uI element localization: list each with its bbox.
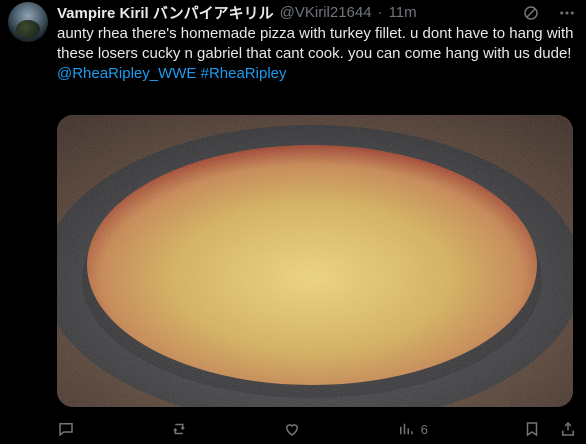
tweet-text: aunty rhea there's homemade pizza with t… bbox=[57, 24, 577, 84]
avatar[interactable] bbox=[8, 2, 48, 42]
tweet-hashtags: @RheaRipley_WWE #RheaRipley bbox=[57, 64, 577, 84]
bookmark-button[interactable] bbox=[523, 420, 541, 438]
separator: · bbox=[377, 3, 383, 21]
reply-icon bbox=[59, 423, 73, 437]
heart-icon bbox=[286, 424, 299, 436]
tweet-body: aunty rhea there's homemade pizza with t… bbox=[57, 25, 574, 62]
bookmark-share-group bbox=[523, 420, 577, 438]
timestamp[interactable]: 11m bbox=[389, 4, 417, 21]
retweet-icon bbox=[173, 423, 185, 435]
mention-link[interactable]: @RheaRipley_WWE bbox=[57, 65, 196, 82]
tweet-image[interactable] bbox=[57, 115, 573, 407]
top-right-actions bbox=[520, 2, 578, 24]
author-handle[interactable]: @VKiril21644 bbox=[280, 4, 372, 21]
bookmark-icon bbox=[526, 422, 538, 437]
grok-icon[interactable] bbox=[520, 2, 542, 24]
views-button[interactable]: 6 bbox=[397, 420, 428, 438]
more-options-icon[interactable] bbox=[556, 2, 578, 24]
share-icon bbox=[561, 421, 574, 436]
views-count: 6 bbox=[420, 421, 428, 437]
hashtag-link[interactable]: #RheaRipley bbox=[201, 65, 287, 82]
retweet-button[interactable] bbox=[170, 420, 188, 438]
pizza-photo bbox=[57, 115, 573, 407]
tweet-header: Vampire Kiril バンパイアキリル @VKiril21644 · 11… bbox=[57, 2, 417, 22]
like-button[interactable] bbox=[283, 420, 301, 438]
tweet-actions: 6 bbox=[57, 418, 577, 440]
analytics-icon bbox=[399, 423, 413, 435]
share-button[interactable] bbox=[559, 420, 577, 438]
author-name[interactable]: Vampire Kiril バンパイアキリル bbox=[57, 2, 274, 23]
reply-button[interactable] bbox=[57, 420, 75, 438]
